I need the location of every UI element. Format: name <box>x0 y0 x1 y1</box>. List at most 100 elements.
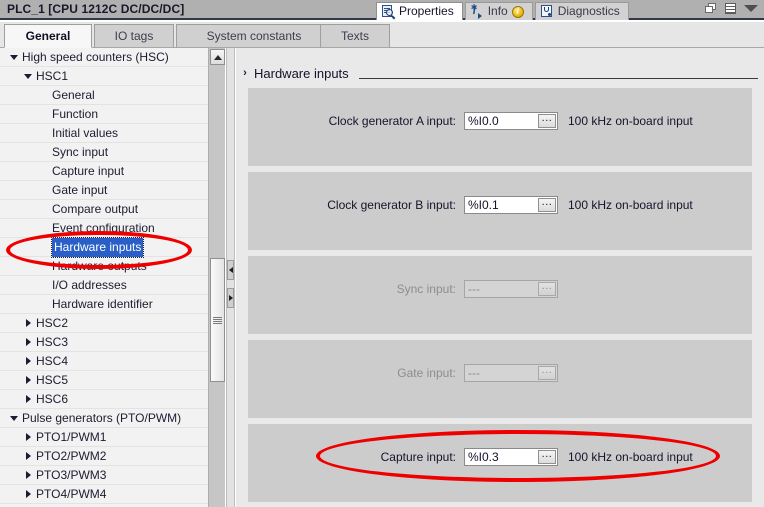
triangle-right-icon <box>25 376 31 384</box>
sidebar-item-pulse-generators-pto-pwm-[interactable]: Pulse generators (PTO/PWM) <box>0 409 208 428</box>
sidebar-item-label: Compare output <box>52 202 139 216</box>
expander-collapse-icon[interactable] <box>22 67 34 85</box>
sidebar-item-label: Initial values <box>52 126 119 140</box>
expander-expand-icon[interactable] <box>22 485 34 503</box>
chevron-down-icon[interactable] <box>744 5 758 12</box>
expander-expand-icon[interactable] <box>22 428 34 446</box>
expander-collapse-icon[interactable] <box>8 409 20 427</box>
sidebar-item-label: Hardware inputs <box>50 237 145 258</box>
sidebar-item-hsc4[interactable]: HSC4 <box>0 352 208 371</box>
field-description: 100 kHz on-board input <box>568 114 693 128</box>
sidebar-item-hsc3[interactable]: HSC3 <box>0 333 208 352</box>
sidebar-item-hsc5[interactable]: HSC5 <box>0 371 208 390</box>
sidebar-item-gate-input[interactable]: Gate input <box>0 181 208 200</box>
triangle-down-icon <box>10 415 18 421</box>
pane-splitter[interactable] <box>226 48 235 507</box>
sidebar-item-sync-input[interactable]: Sync input <box>0 143 208 162</box>
sidebar-item-general[interactable]: General <box>0 86 208 105</box>
browse-button[interactable]: ... <box>538 449 556 464</box>
sidebar-item-label: Event configuration <box>52 221 155 235</box>
section-header: › Hardware inputs <box>236 62 764 84</box>
sidebar-item-label: I/O addresses <box>52 278 127 292</box>
sidebar-item-hsc1[interactable]: HSC1 <box>0 67 208 86</box>
sidebar-item-high-speed-counters-hsc-[interactable]: High speed counters (HSC) <box>0 48 208 67</box>
sidebar-item-function[interactable]: Function <box>0 105 208 124</box>
sidebar-item-pto2-pwm2[interactable]: PTO2/PWM2 <box>0 447 208 466</box>
field-row: Sync input: ---... <box>248 280 558 298</box>
tab-io-tags[interactable]: IO tags <box>94 24 174 48</box>
field-row: Gate input: ---... <box>248 364 558 382</box>
expander-expand-icon[interactable] <box>22 466 34 484</box>
field-value: %I0.1 <box>468 198 499 212</box>
sidebar-item-hardware-outputs[interactable]: Hardware outputs <box>0 257 208 276</box>
expander-expand-icon[interactable] <box>22 333 34 351</box>
section-rule <box>358 77 758 79</box>
sidebar-item-hardware-identifier[interactable]: Hardware identifier <box>0 295 208 314</box>
field-panel: Gate input: ---... <box>248 340 752 418</box>
view-tab-bar: Properties ✱ i Info i Diagnostics <box>376 1 629 20</box>
section-title: Hardware inputs <box>254 65 349 81</box>
expander-expand-icon[interactable] <box>22 371 34 389</box>
sidebar-item-label: HSC2 <box>36 316 69 330</box>
expand-caret-icon[interactable]: › <box>236 67 254 79</box>
expander-expand-icon[interactable] <box>22 314 34 332</box>
sidebar-item-label: Gate input <box>52 183 108 197</box>
field-value: --- <box>468 366 480 380</box>
scroll-up-arrow[interactable] <box>210 49 225 65</box>
view-tab-info[interactable]: ✱ i Info i <box>464 2 533 20</box>
sidebar-item-label: PTO4/PWM4 <box>36 487 107 501</box>
window-controls <box>705 3 758 14</box>
field-input[interactable]: %I0.3... <box>464 448 558 466</box>
field-row: Clock generator A input: %I0.0... 100 kHz … <box>248 112 693 130</box>
field-input[interactable]: %I0.1... <box>464 196 558 214</box>
expander-collapse-icon[interactable] <box>8 48 20 66</box>
sidebar-item-pto3-pwm3[interactable]: PTO3/PWM3 <box>0 466 208 485</box>
collapse-right-button[interactable] <box>227 288 234 308</box>
restore-windows-icon[interactable] <box>705 3 717 14</box>
field-description: 100 kHz on-board input <box>568 450 693 464</box>
collapse-left-button[interactable] <box>227 260 234 280</box>
sidebar-item-label: Function <box>52 107 99 121</box>
sidebar-item-hsc2[interactable]: HSC2 <box>0 314 208 333</box>
sidebar-item-hardware-inputs[interactable]: Hardware inputs <box>0 237 208 258</box>
field-label: Capture input: <box>380 450 456 464</box>
sidebar-item-compare-output[interactable]: Compare output <box>0 200 208 219</box>
browse-button: ... <box>538 281 556 296</box>
tab-system-constants[interactable]: System constants <box>176 24 332 48</box>
sidebar-item-label: General <box>52 88 95 102</box>
sidebar-scrollbar[interactable] <box>208 48 225 507</box>
expander-expand-icon[interactable] <box>22 447 34 465</box>
triangle-right-icon <box>25 357 31 365</box>
sidebar-item-label: Capture input <box>52 164 125 178</box>
sidebar-item-event-configuration[interactable]: Event configuration <box>0 219 208 238</box>
view-tab-properties[interactable]: Properties <box>376 2 463 20</box>
sidebar-item-label: HSC4 <box>36 354 69 368</box>
sidebar-item-label: PTO2/PWM2 <box>36 449 107 463</box>
browse-button[interactable]: ... <box>538 113 556 128</box>
browse-button[interactable]: ... <box>538 197 556 212</box>
sidebar-item-label: HSC5 <box>36 373 69 387</box>
sidebar-item-i-o-addresses[interactable]: I/O addresses <box>0 276 208 295</box>
view-tab-label: Properties <box>399 3 454 18</box>
sidebar-item-initial-values[interactable]: Initial values <box>0 124 208 143</box>
tab-label: IO tags <box>114 29 154 43</box>
expander-expand-icon[interactable] <box>22 352 34 370</box>
navigation-tree: High speed counters (HSC) HSC1 General Func… <box>0 48 208 507</box>
list-view-icon[interactable] <box>725 3 736 14</box>
sidebar-item-label: High speed counters (HSC) <box>22 50 169 64</box>
view-tab-diagnostics[interactable]: Diagnostics <box>534 2 629 20</box>
tab-texts[interactable]: Texts <box>320 24 390 48</box>
sidebar-item-label: HSC3 <box>36 335 69 349</box>
scrollbar-thumb[interactable] <box>210 258 225 382</box>
tab-general[interactable]: General <box>4 24 92 48</box>
sidebar-item-label: PTO3/PWM3 <box>36 468 107 482</box>
field-input[interactable]: %I0.0... <box>464 112 558 130</box>
sidebar-item-capture-input[interactable]: Capture input <box>0 162 208 181</box>
field-label: Clock generator A input: <box>328 114 456 128</box>
sidebar-item-hsc6[interactable]: HSC6 <box>0 390 208 409</box>
sidebar-item-pto4-pwm4[interactable]: PTO4/PWM4 <box>0 485 208 504</box>
expander-expand-icon[interactable] <box>22 390 34 408</box>
sidebar-item-pto1-pwm1[interactable]: PTO1/PWM1 <box>0 428 208 447</box>
diagnostics-icon <box>540 5 554 18</box>
field-panel: Clock generator B input: %I0.1... 100 kHz … <box>248 172 752 250</box>
